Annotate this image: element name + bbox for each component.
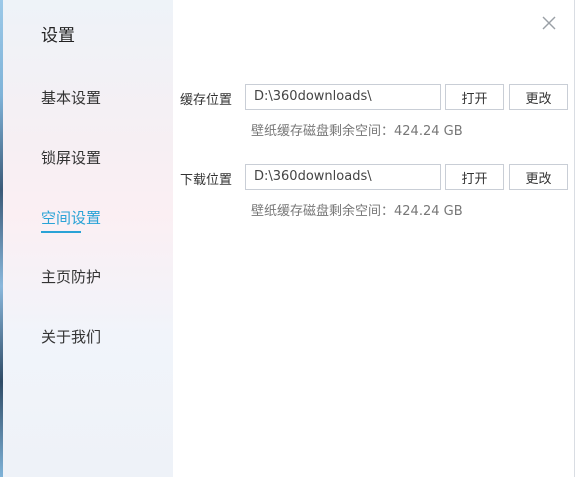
cache-change-button[interactable]: 更改 — [509, 84, 568, 110]
nav-item-space-settings[interactable]: 空间设置 — [41, 207, 101, 228]
close-icon — [542, 16, 556, 30]
cache-free-space-info: 壁纸缓存磁盘剩余空间：424.24 GB — [251, 124, 463, 139]
download-free-space-info: 壁纸缓存磁盘剩余空间：424.24 GB — [251, 204, 463, 219]
nav-item-homepage-protection[interactable]: 主页防护 — [41, 266, 101, 287]
active-nav-indicator — [41, 231, 81, 233]
download-path-field[interactable]: D:\360downloads\ — [245, 164, 441, 190]
cache-open-button[interactable]: 打开 — [445, 84, 504, 110]
cache-location-label: 缓存位置 — [180, 93, 233, 108]
nav-item-basic-settings[interactable]: 基本设置 — [41, 87, 101, 108]
cache-path-field[interactable]: D:\360downloads\ — [245, 84, 441, 110]
sidebar-title: 设置 — [41, 26, 75, 46]
nav-item-about-us[interactable]: 关于我们 — [41, 326, 101, 347]
nav-item-lockscreen-settings[interactable]: 锁屏设置 — [41, 147, 101, 168]
download-location-label: 下载位置 — [180, 173, 233, 188]
download-open-button[interactable]: 打开 — [445, 164, 504, 190]
settings-window: 设置 基本设置 锁屏设置 空间设置 主页防护 关于我们 缓存位置 D:\360d… — [0, 0, 575, 477]
close-button[interactable] — [538, 12, 560, 34]
sidebar: 设置 基本设置 锁屏设置 空间设置 主页防护 关于我们 — [3, 0, 173, 477]
download-change-button[interactable]: 更改 — [509, 164, 568, 190]
